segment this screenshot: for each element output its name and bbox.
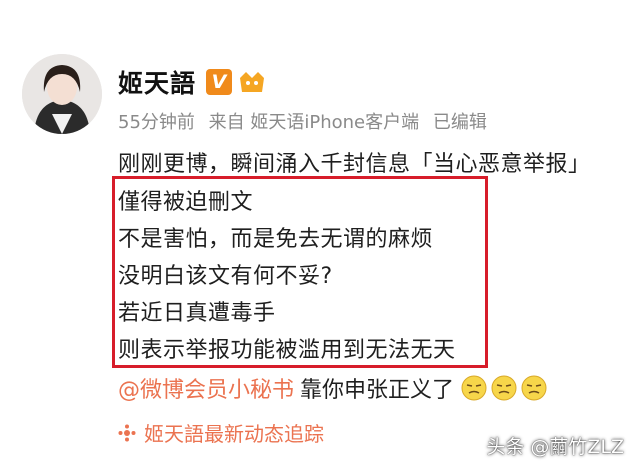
emoji-icon (521, 375, 547, 401)
mention-tail-text: 靠你申张正义了 (300, 378, 455, 403)
post-line-5: 若近日真遭毒手 (118, 301, 276, 326)
edited-label[interactable]: 已编辑 (433, 112, 487, 133)
mention-link[interactable]: @微博会员小秘书 (118, 372, 294, 404)
post-line-4: 没明白该文有何不妥? (118, 264, 333, 289)
level-icon[interactable] (236, 68, 268, 96)
avatar[interactable] (22, 54, 102, 134)
post-time[interactable]: 55分钟前 (118, 112, 195, 133)
post-line-2: 僅得被迫刪文 (118, 190, 254, 215)
vip-v-icon[interactable]: V (206, 69, 233, 95)
watermark: 头条 @繭竹ZLZ (486, 436, 624, 458)
post-line-3: 不是害怕，而是免去无谓的麻烦 (118, 227, 434, 252)
topic-icon (118, 424, 136, 441)
post-line-6: 则表示举报功能被滥用到无法无天 (118, 338, 456, 363)
emoji-icon (461, 375, 487, 401)
post-line-1: 刚刚更博，瞬间涌入千封信息「当心恶意举报」 (118, 152, 591, 177)
topic-label: 姬天語最新动态追踪 (144, 422, 324, 446)
emoji-icon (491, 375, 517, 401)
topic-link[interactable]: 姬天語最新动态追踪 (118, 418, 324, 447)
username[interactable]: 姬天語 (118, 64, 196, 100)
post-meta: 55分钟前 来自 姬天语iPhone客户端 已编辑 (118, 108, 495, 134)
post-source[interactable]: 来自 姬天语iPhone客户端 (209, 112, 419, 133)
